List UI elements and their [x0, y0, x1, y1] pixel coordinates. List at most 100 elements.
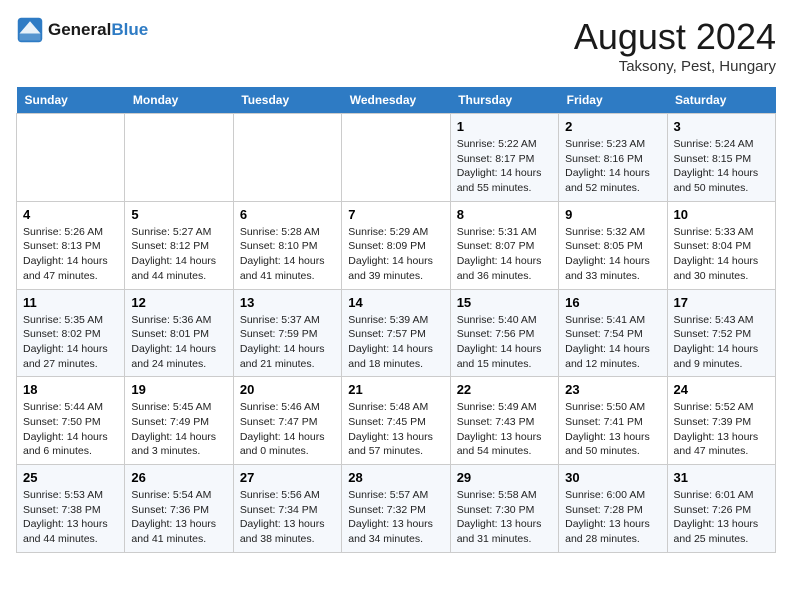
day-number: 27: [240, 470, 335, 485]
day-number: 3: [674, 119, 769, 134]
calendar-cell: 26 Sunrise: 5:54 AM Sunset: 7:36 PM Dayli…: [125, 465, 233, 553]
day-number: 28: [348, 470, 443, 485]
day-number: 11: [23, 295, 118, 310]
calendar-cell: 8 Sunrise: 5:31 AM Sunset: 8:07 PM Daylig…: [450, 201, 558, 289]
day-info: Sunrise: 5:37 AM Sunset: 7:59 PM Dayligh…: [240, 313, 335, 372]
day-info: Sunrise: 5:33 AM Sunset: 8:04 PM Dayligh…: [674, 225, 769, 284]
day-number: 12: [131, 295, 226, 310]
day-info: Sunrise: 5:35 AM Sunset: 8:02 PM Dayligh…: [23, 313, 118, 372]
day-number: 4: [23, 207, 118, 222]
calendar-cell: 3 Sunrise: 5:24 AM Sunset: 8:15 PM Daylig…: [667, 114, 775, 202]
calendar-cell: 20Sunrise: 5:46 AM Sunset: 7:47 PM Dayli…: [233, 377, 341, 465]
day-number: 14: [348, 295, 443, 310]
day-info: Sunrise: 5:29 AM Sunset: 8:09 PM Dayligh…: [348, 225, 443, 284]
calendar-week-row: 25 Sunrise: 5:53 AM Sunset: 7:38 PM Dayli…: [17, 465, 776, 553]
calendar-cell: 1 Sunrise: 5:22 AM Sunset: 8:17 PM Daylig…: [450, 114, 558, 202]
calendar-cell: 15 Sunrise: 5:40 AM Sunset: 7:56 PM Dayli…: [450, 289, 558, 377]
calendar-cell: 29 Sunrise: 5:58 AM Sunset: 7:30 PM Dayli…: [450, 465, 558, 553]
day-number: 13: [240, 295, 335, 310]
day-of-week-header: Thursday: [450, 87, 558, 114]
day-number: 18: [23, 382, 118, 397]
calendar-cell: [342, 114, 450, 202]
day-info: Sunrise: 5:32 AM Sunset: 8:05 PM Dayligh…: [565, 225, 660, 284]
day-number: 6: [240, 207, 335, 222]
day-number: 5: [131, 207, 226, 222]
day-of-week-header: Wednesday: [342, 87, 450, 114]
day-number: 15: [457, 295, 552, 310]
calendar-cell: 24Sunrise: 5:52 AM Sunset: 7:39 PM Dayli…: [667, 377, 775, 465]
calendar-cell: [233, 114, 341, 202]
calendar-cell: 9 Sunrise: 5:32 AM Sunset: 8:05 PM Daylig…: [559, 201, 667, 289]
day-number: 7: [348, 207, 443, 222]
calendar-cell: 4 Sunrise: 5:26 AM Sunset: 8:13 PM Daylig…: [17, 201, 125, 289]
logo-icon: [16, 16, 44, 44]
calendar-table: SundayMondayTuesdayWednesdayThursdayFrid…: [16, 87, 776, 553]
day-info: Sunrise: 5:44 AM Sunset: 7:50 PM Dayligh…: [23, 400, 118, 459]
day-number: 16: [565, 295, 660, 310]
calendar-cell: 28 Sunrise: 5:57 AM Sunset: 7:32 PM Dayli…: [342, 465, 450, 553]
day-of-week-header: Friday: [559, 87, 667, 114]
day-number: 1: [457, 119, 552, 134]
day-number: 19: [131, 382, 226, 397]
day-number: 31: [674, 470, 769, 485]
day-info: Sunrise: 5:49 AM Sunset: 7:43 PM Dayligh…: [457, 400, 552, 459]
calendar-header: SundayMondayTuesdayWednesdayThursdayFrid…: [17, 87, 776, 114]
day-info: Sunrise: 5:24 AM Sunset: 8:15 PM Dayligh…: [674, 137, 769, 196]
calendar-cell: 14Sunrise: 5:39 AM Sunset: 7:57 PM Dayli…: [342, 289, 450, 377]
calendar-cell: 21 Sunrise: 5:48 AM Sunset: 7:45 PM Dayli…: [342, 377, 450, 465]
day-info: Sunrise: 5:53 AM Sunset: 7:38 PM Dayligh…: [23, 488, 118, 547]
calendar-body: 1 Sunrise: 5:22 AM Sunset: 8:17 PM Daylig…: [17, 114, 776, 553]
calendar-cell: 10 Sunrise: 5:33 AM Sunset: 8:04 PM Dayli…: [667, 201, 775, 289]
day-info: Sunrise: 5:56 AM Sunset: 7:34 PM Dayligh…: [240, 488, 335, 547]
day-info: Sunrise: 5:28 AM Sunset: 8:10 PM Dayligh…: [240, 225, 335, 284]
month-title: August 2024: [574, 16, 776, 58]
calendar-cell: 19 Sunrise: 5:45 AM Sunset: 7:49 PM Dayli…: [125, 377, 233, 465]
calendar-cell: [125, 114, 233, 202]
day-info: Sunrise: 5:45 AM Sunset: 7:49 PM Dayligh…: [131, 400, 226, 459]
day-number: 30: [565, 470, 660, 485]
day-number: 21: [348, 382, 443, 397]
calendar-cell: 31Sunrise: 6:01 AM Sunset: 7:26 PM Dayli…: [667, 465, 775, 553]
day-info: Sunrise: 5:41 AM Sunset: 7:54 PM Dayligh…: [565, 313, 660, 372]
day-info: Sunrise: 5:27 AM Sunset: 8:12 PM Dayligh…: [131, 225, 226, 284]
day-number: 26: [131, 470, 226, 485]
calendar-cell: 18 Sunrise: 5:44 AM Sunset: 7:50 PM Dayli…: [17, 377, 125, 465]
calendar-week-row: 1 Sunrise: 5:22 AM Sunset: 8:17 PM Daylig…: [17, 114, 776, 202]
day-of-week-header: Saturday: [667, 87, 775, 114]
calendar-week-row: 4 Sunrise: 5:26 AM Sunset: 8:13 PM Daylig…: [17, 201, 776, 289]
calendar-cell: 2Sunrise: 5:23 AM Sunset: 8:16 PM Daylig…: [559, 114, 667, 202]
day-number: 24: [674, 382, 769, 397]
day-number: 20: [240, 382, 335, 397]
day-info: Sunrise: 5:58 AM Sunset: 7:30 PM Dayligh…: [457, 488, 552, 547]
day-number: 29: [457, 470, 552, 485]
calendar-cell: 5 Sunrise: 5:27 AM Sunset: 8:12 PM Daylig…: [125, 201, 233, 289]
day-number: 17: [674, 295, 769, 310]
day-info: Sunrise: 5:26 AM Sunset: 8:13 PM Dayligh…: [23, 225, 118, 284]
day-of-week-header: Monday: [125, 87, 233, 114]
calendar-week-row: 11 Sunrise: 5:35 AM Sunset: 8:02 PM Dayli…: [17, 289, 776, 377]
logo: GeneralBlue: [16, 16, 148, 44]
day-info: Sunrise: 5:57 AM Sunset: 7:32 PM Dayligh…: [348, 488, 443, 547]
calendar-cell: 17Sunrise: 5:43 AM Sunset: 7:52 PM Dayli…: [667, 289, 775, 377]
day-number: 10: [674, 207, 769, 222]
location: Taksony, Pest, Hungary: [574, 58, 776, 75]
calendar-week-row: 18 Sunrise: 5:44 AM Sunset: 7:50 PM Dayli…: [17, 377, 776, 465]
calendar-cell: 6 Sunrise: 5:28 AM Sunset: 8:10 PM Daylig…: [233, 201, 341, 289]
calendar-cell: 27 Sunrise: 5:56 AM Sunset: 7:34 PM Dayli…: [233, 465, 341, 553]
calendar-cell: 13 Sunrise: 5:37 AM Sunset: 7:59 PM Dayli…: [233, 289, 341, 377]
day-number: 22: [457, 382, 552, 397]
day-info: Sunrise: 5:31 AM Sunset: 8:07 PM Dayligh…: [457, 225, 552, 284]
logo-text: GeneralBlue: [48, 20, 148, 40]
calendar-cell: [17, 114, 125, 202]
day-info: Sunrise: 5:22 AM Sunset: 8:17 PM Dayligh…: [457, 137, 552, 196]
day-info: Sunrise: 5:48 AM Sunset: 7:45 PM Dayligh…: [348, 400, 443, 459]
day-info: Sunrise: 5:54 AM Sunset: 7:36 PM Dayligh…: [131, 488, 226, 547]
calendar-cell: 12Sunrise: 5:36 AM Sunset: 8:01 PM Dayli…: [125, 289, 233, 377]
day-number: 2: [565, 119, 660, 134]
day-number: 25: [23, 470, 118, 485]
day-number: 8: [457, 207, 552, 222]
day-number: 23: [565, 382, 660, 397]
calendar-cell: 7 Sunrise: 5:29 AM Sunset: 8:09 PM Daylig…: [342, 201, 450, 289]
day-number: 9: [565, 207, 660, 222]
day-info: Sunrise: 5:40 AM Sunset: 7:56 PM Dayligh…: [457, 313, 552, 372]
